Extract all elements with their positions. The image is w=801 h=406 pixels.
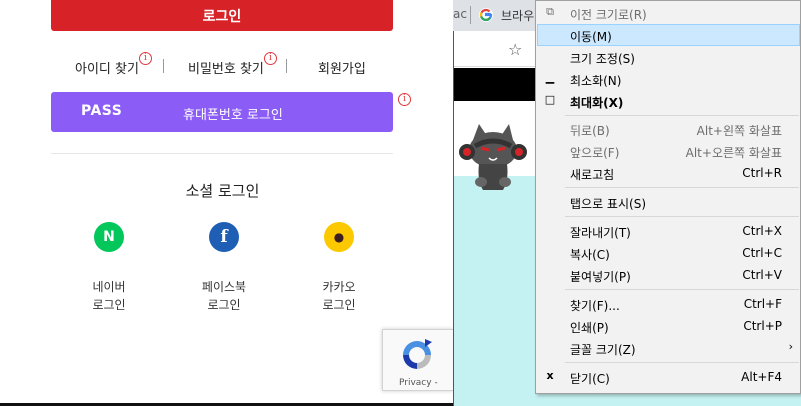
menu-item-label: 이동(M) bbox=[570, 30, 612, 44]
menu-item-close[interactable]: x 닫기(C) Alt+F4 bbox=[537, 366, 800, 388]
menu-item-label: 뒤로(B) bbox=[570, 124, 610, 138]
maximize-icon: □ bbox=[544, 93, 556, 106]
recaptcha-privacy-link[interactable]: Privacy - bbox=[399, 378, 438, 388]
menu-item-label: 앞으로(F) bbox=[570, 146, 620, 160]
facebook-login[interactable]: f 페이스북 로그인 bbox=[179, 222, 269, 314]
tab-separator bbox=[470, 6, 471, 24]
pass-logo: PASS bbox=[81, 103, 123, 119]
social-login-title: 소셜 로그인 bbox=[185, 182, 260, 200]
submenu-arrow-icon: › bbox=[788, 340, 793, 353]
menu-item-label: 잘라내기(T) bbox=[570, 226, 631, 240]
menu-item-label: 크기 조정(S) bbox=[570, 52, 635, 66]
menu-separator bbox=[565, 289, 799, 290]
kakao-icon[interactable]: ● bbox=[324, 222, 354, 252]
menu-item-shortcut: Alt+F4 bbox=[741, 370, 782, 384]
menu-item-shortcut: Ctrl+F bbox=[743, 297, 782, 311]
menu-item-resize[interactable]: 크기 조정(S) bbox=[537, 46, 800, 68]
menu-item-move[interactable]: 이동(M) bbox=[537, 24, 800, 46]
menu-item-label: 최대화(X) bbox=[570, 96, 624, 110]
menu-item-shortcut: Ctrl+X bbox=[742, 224, 782, 238]
account-links-row: 아이디 찾기 i 비밀번호 찾기 i 회원가입 bbox=[0, 52, 453, 77]
find-id-info-icon[interactable]: i bbox=[139, 52, 152, 65]
menu-item-shortcut: Alt+왼쪽 화살표 bbox=[696, 124, 782, 138]
menu-item-print[interactable]: 인쇄(P) Ctrl+P bbox=[537, 315, 800, 337]
menu-item-label: 최소화(N) bbox=[570, 74, 622, 88]
menu-item-label: 붙여넣기(P) bbox=[570, 270, 631, 284]
previous-tab-fragment[interactable]: ac bbox=[453, 7, 467, 21]
minimize-icon: ▁ bbox=[545, 71, 555, 84]
naver-login-label: 네이버 로그인 bbox=[92, 280, 126, 312]
find-id-link[interactable]: 아이디 찾기 bbox=[75, 58, 139, 77]
menu-item-label: 복사(C) bbox=[570, 248, 610, 262]
recaptcha-badge[interactable]: Privacy - bbox=[382, 329, 453, 391]
menu-item-maximize[interactable]: □ 최대화(X) bbox=[537, 90, 800, 112]
menu-item-label: 이전 크기로(R) bbox=[570, 8, 647, 22]
menu-item-back[interactable]: 뒤로(B) Alt+왼쪽 화살표 bbox=[537, 118, 800, 140]
menu-item-label: 글꼴 크기(Z) bbox=[570, 343, 636, 357]
menu-item-copy[interactable]: 복사(C) Ctrl+C bbox=[537, 242, 800, 264]
signup-link[interactable]: 회원가입 bbox=[318, 58, 366, 77]
menu-item-label: 탭으로 표시(S) bbox=[570, 197, 646, 211]
bookmark-star-icon[interactable]: ☆ bbox=[508, 40, 522, 59]
menu-item-minimize[interactable]: ▁ 최소화(N) bbox=[537, 68, 800, 90]
menu-item-label: 닫기(C) bbox=[570, 372, 610, 386]
naver-login[interactable]: N 네이버 로그인 bbox=[64, 222, 154, 314]
kakao-login-label: 카카오 로그인 bbox=[322, 280, 356, 312]
login-button[interactable]: 로그인 bbox=[51, 0, 393, 31]
cat-mascot-icon bbox=[459, 124, 527, 190]
google-icon bbox=[479, 8, 493, 22]
menu-item-shortcut: Ctrl+C bbox=[742, 246, 782, 260]
facebook-login-label: 페이스북 로그인 bbox=[201, 280, 247, 312]
find-password-link[interactable]: 비밀번호 찾기 bbox=[188, 58, 264, 77]
link-separator bbox=[286, 59, 287, 73]
menu-item-cut[interactable]: 잘라내기(T) Ctrl+X bbox=[537, 220, 800, 242]
menu-item-reload[interactable]: 새로고침 Ctrl+R bbox=[537, 162, 800, 184]
menu-separator bbox=[565, 115, 799, 116]
find-password-info-icon[interactable]: i bbox=[264, 52, 277, 65]
menu-separator bbox=[565, 187, 799, 188]
menu-item-shortcut: Ctrl+V bbox=[742, 268, 782, 282]
menu-item-shortcut: Ctrl+P bbox=[743, 319, 782, 333]
menu-item-show-as-tab[interactable]: 탭으로 표시(S) bbox=[537, 191, 800, 213]
menu-item-label: 인쇄(P) bbox=[570, 321, 609, 335]
menu-separator bbox=[565, 216, 799, 217]
close-icon: x bbox=[546, 369, 554, 382]
menu-item-find[interactable]: 찾기(F)... Ctrl+F bbox=[537, 293, 800, 315]
menu-item-restore[interactable]: ⧉ 이전 크기로(R) bbox=[537, 2, 800, 24]
restore-icon: ⧉ bbox=[546, 5, 554, 18]
pass-phone-login-button[interactable]: PASS 휴대폰번호 로그인 bbox=[51, 92, 393, 132]
menu-item-label: 찾기(F)... bbox=[570, 299, 620, 313]
menu-separator bbox=[565, 362, 799, 363]
window-border bbox=[453, 31, 454, 406]
tab-title[interactable]: 브라우 bbox=[501, 7, 534, 24]
menu-item-shortcut: Alt+오른쪽 화살표 bbox=[685, 146, 782, 160]
pass-login-label: 휴대폰번호 로그인 bbox=[183, 108, 283, 123]
system-context-menu: ⧉ 이전 크기로(R) 이동(M) 크기 조정(S) ▁ 최소화(N) □ 최대… bbox=[535, 0, 801, 394]
menu-item-font-size[interactable]: 글꼴 크기(Z) › bbox=[537, 337, 800, 359]
menu-item-label: 새로고침 bbox=[570, 168, 615, 182]
kakao-login[interactable]: ● 카카오 로그인 bbox=[294, 222, 384, 314]
link-separator bbox=[163, 59, 164, 73]
naver-icon[interactable]: N bbox=[94, 222, 124, 252]
login-panel: 로그인 아이디 찾기 i 비밀번호 찾기 i 회원가입 PASS 휴대폰번호 로… bbox=[0, 0, 453, 406]
menu-item-shortcut: Ctrl+R bbox=[742, 166, 782, 180]
menu-item-paste[interactable]: 붙여넣기(P) Ctrl+V bbox=[537, 264, 800, 286]
section-divider bbox=[51, 153, 393, 154]
recaptcha-icon bbox=[403, 339, 432, 369]
facebook-icon[interactable]: f bbox=[209, 222, 239, 252]
pass-info-icon[interactable]: i bbox=[398, 93, 411, 106]
menu-item-forward[interactable]: 앞으로(F) Alt+오른쪽 화살표 bbox=[537, 140, 800, 162]
